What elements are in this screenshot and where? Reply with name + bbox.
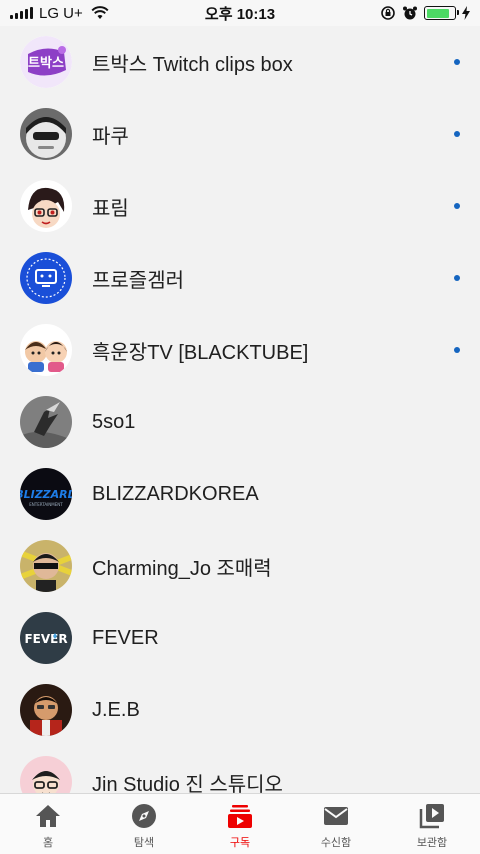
- nav-label: 수신함: [320, 837, 352, 849]
- channel-row[interactable]: 트박스 트박스 Twitch clips box: [0, 26, 480, 98]
- svg-text:트박스: 트박스: [28, 55, 64, 71]
- channel-row[interactable]: 프로즐겜러: [0, 242, 480, 314]
- twitch-clips-box-logo: 트박스: [20, 36, 72, 88]
- carrier-label: LG U+: [39, 4, 83, 22]
- svg-text:FEVER: FEVER: [24, 632, 67, 646]
- nav-label: 홈: [42, 837, 54, 849]
- jeb-avatar: [20, 684, 72, 736]
- bottom-navigation: 홈 탐색 구독 수신함 보관함: [0, 793, 480, 854]
- nav-tab-library[interactable]: 보관함: [384, 794, 480, 854]
- status-right: [380, 5, 470, 21]
- channel-name: BLIZZARDKOREA: [92, 482, 259, 505]
- channel-row[interactable]: 흑운장TV [BLACKTUBE]: [0, 314, 480, 386]
- channel-row[interactable]: 표림: [0, 170, 480, 242]
- new-content-indicator: [454, 275, 460, 281]
- nav-label: 탐색: [133, 837, 155, 849]
- channel-name: 흑운장TV [BLACKTUBE]: [92, 341, 309, 364]
- channel-row[interactable]: Jin Studio 진 스튜디오: [0, 746, 480, 793]
- channel-row[interactable]: BLIZZARDENTERTAINMENT BLIZZARDKOREA: [0, 458, 480, 530]
- jin-studio-avatar: [20, 756, 72, 793]
- channel-avatar[interactable]: [20, 180, 72, 232]
- home-icon: [34, 802, 62, 830]
- nav-label: 구독: [229, 837, 251, 849]
- new-content-indicator: [454, 347, 460, 353]
- channel-avatar[interactable]: [20, 540, 72, 592]
- new-content-indicator: [454, 203, 460, 209]
- explore-icon: [130, 802, 158, 830]
- channel-row[interactable]: FEVER FEVER: [0, 602, 480, 674]
- signal-icon: [10, 7, 33, 19]
- new-content-indicator: [454, 131, 460, 137]
- channel-avatar[interactable]: BLIZZARDENTERTAINMENT: [20, 468, 72, 520]
- paku-avatar: [20, 108, 72, 160]
- channel-name: 프로즐겜러: [92, 269, 184, 292]
- channel-row[interactable]: 파쿠: [0, 98, 480, 170]
- battery-icon: [424, 6, 459, 20]
- status-left: LG U+: [10, 5, 109, 22]
- nav-tab-subscriptions[interactable]: 구독: [192, 794, 288, 854]
- happy-gamer-logo: [20, 252, 72, 304]
- inbox-icon: [322, 802, 350, 830]
- channel-avatar[interactable]: [20, 684, 72, 736]
- channel-avatar[interactable]: [20, 252, 72, 304]
- channel-name: 5so1: [92, 410, 136, 433]
- channel-avatar[interactable]: 트박스: [20, 36, 72, 88]
- channel-name: 파쿠: [92, 125, 129, 148]
- wifi-icon: [91, 6, 109, 19]
- blizzard-logo: BLIZZARDENTERTAINMENT: [20, 468, 72, 520]
- channel-name: 트박스 Twitch clips box: [92, 53, 293, 76]
- channel-row[interactable]: 5so1: [0, 386, 480, 458]
- charging-icon: [462, 6, 470, 20]
- channel-name: Charming_Jo 조매력: [92, 557, 272, 580]
- new-content-indicator: [454, 59, 460, 65]
- channel-avatar[interactable]: FEVER: [20, 612, 72, 664]
- channel-name: Jin Studio 진 스튜디오: [92, 773, 283, 794]
- channel-avatar[interactable]: [20, 324, 72, 376]
- alarm-icon: [403, 6, 417, 20]
- blacktube-avatar: [20, 324, 72, 376]
- rotation-lock-icon: [381, 6, 395, 20]
- subscription-channel-list[interactable]: 트박스 트박스 Twitch clips box 파쿠표림프로즐겜러흑운장TV [B…: [0, 26, 480, 793]
- svg-text:ENTERTAINMENT: ENTERTAINMENT: [29, 502, 63, 507]
- library-icon: [418, 802, 446, 830]
- channel-avatar[interactable]: [20, 396, 72, 448]
- status-bar: LG U+ 오후 10:13: [0, 0, 480, 26]
- channel-row[interactable]: Charming_Jo 조매력: [0, 530, 480, 602]
- 5so1-avatar: [20, 396, 72, 448]
- channel-name: 표림: [92, 197, 129, 220]
- channel-name: FEVER: [92, 626, 159, 649]
- channel-avatar[interactable]: [20, 108, 72, 160]
- charming-jo-avatar: [20, 540, 72, 592]
- fever-logo: FEVER: [20, 612, 72, 664]
- channel-row[interactable]: J.E.B: [0, 674, 480, 746]
- nav-tab-explore[interactable]: 탐색: [96, 794, 192, 854]
- pyorim-avatar: [20, 180, 72, 232]
- channel-avatar[interactable]: [20, 756, 72, 793]
- nav-label: 보관함: [416, 837, 448, 849]
- subscriptions-icon: [226, 802, 254, 830]
- channel-name: J.E.B: [92, 698, 140, 721]
- svg-text:BLIZZARD: BLIZZARD: [20, 488, 72, 501]
- nav-tab-home[interactable]: 홈: [0, 794, 96, 854]
- nav-tab-inbox[interactable]: 수신함: [288, 794, 384, 854]
